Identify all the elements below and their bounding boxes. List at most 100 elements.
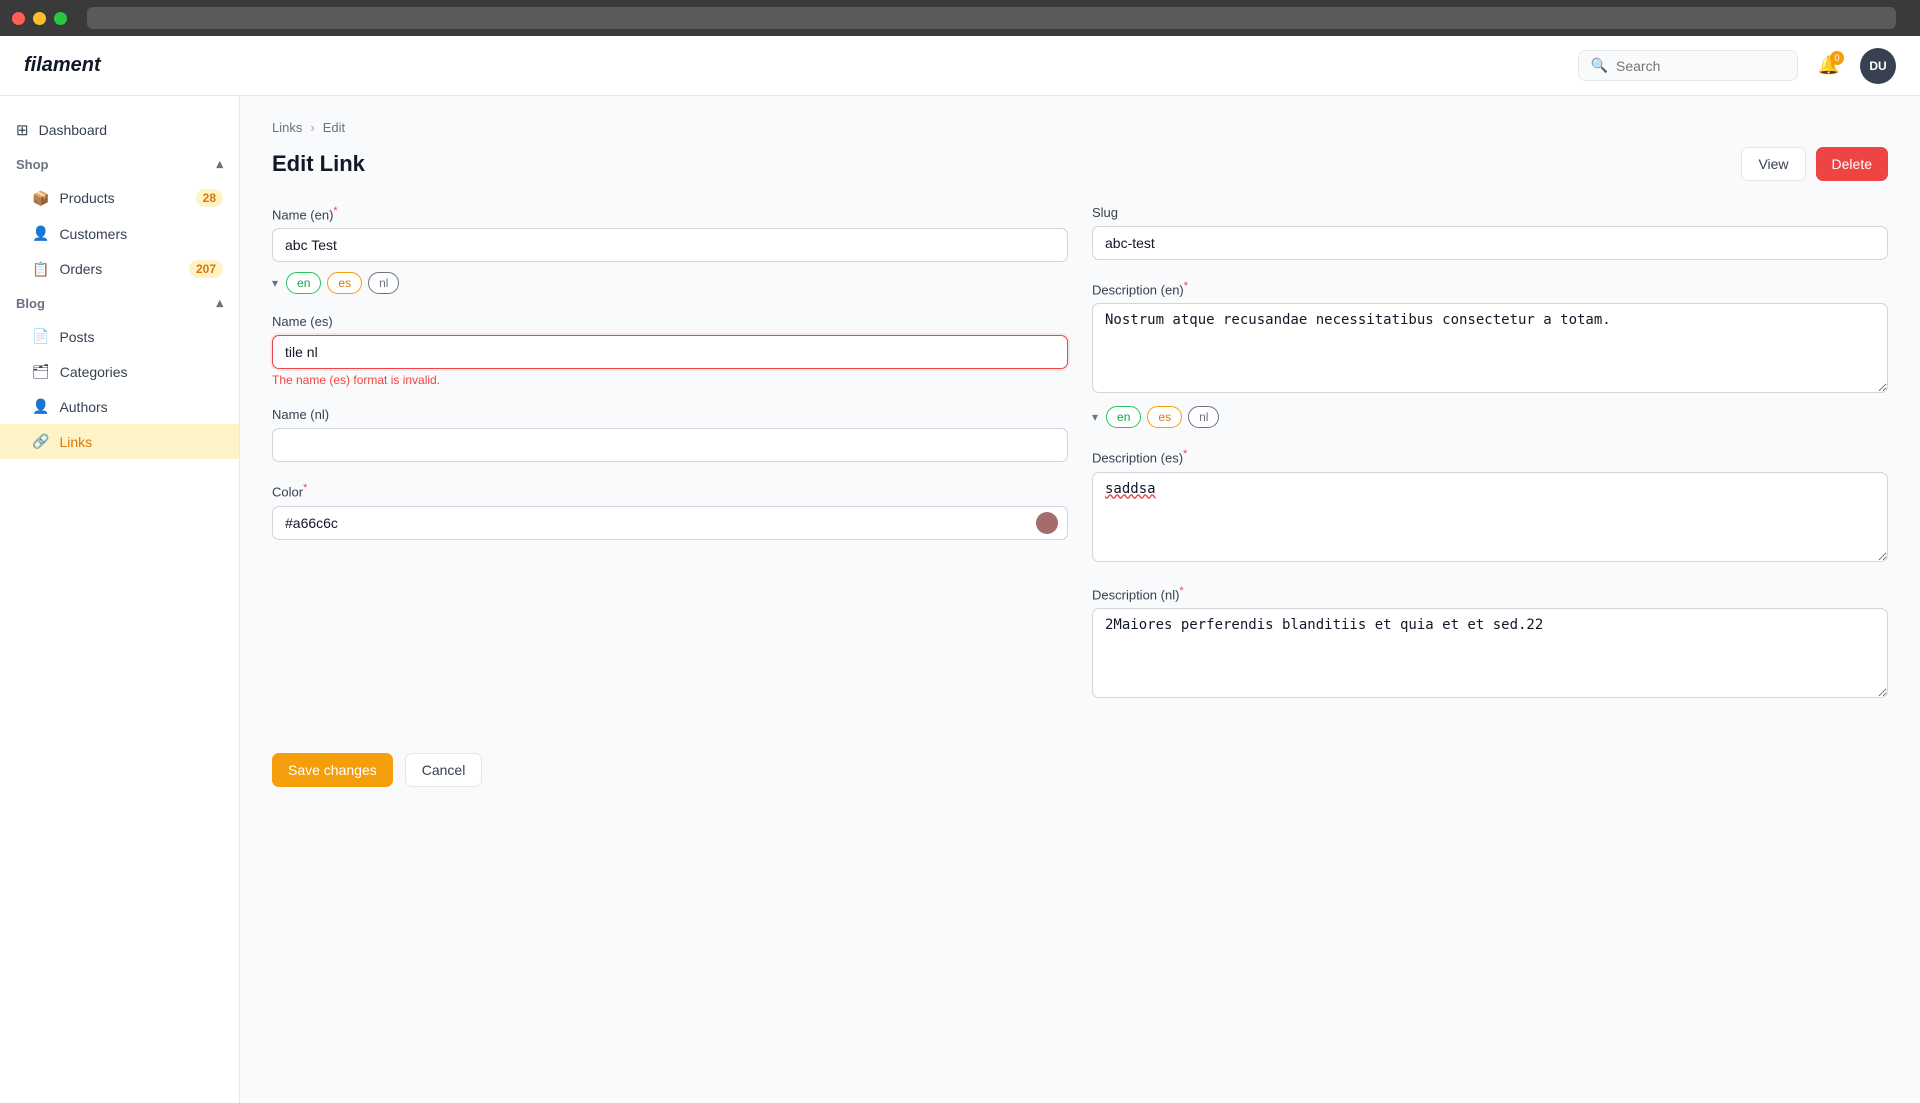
sidebar-orders-label: Orders <box>59 261 102 277</box>
sidebar-item-posts[interactable]: 📄 Posts <box>0 319 239 354</box>
name-es-error: The name (es) format is invalid. <box>272 373 1068 387</box>
color-label: Color* <box>272 482 1068 499</box>
view-button[interactable]: View <box>1741 147 1805 181</box>
address-bar <box>87 7 1896 29</box>
sidebar-links-label: Links <box>59 434 92 450</box>
desc-tab-nl[interactable]: nl <box>1188 406 1219 428</box>
search-box[interactable]: 🔍 <box>1578 50 1798 81</box>
main-content: Links › Edit Edit Link View Delete <box>240 96 1920 1103</box>
form-right-column: Slug Description (en)* Nostrum atque rec… <box>1092 205 1888 721</box>
sidebar-dashboard-label: Dashboard <box>39 122 108 138</box>
sidebar: ⊞ Dashboard Shop ▴ 📦 Products 28 👤 Custo… <box>0 96 240 1103</box>
traffic-light-yellow[interactable] <box>33 12 46 25</box>
traffic-light-green[interactable] <box>54 12 67 25</box>
sidebar-item-orders[interactable]: 📋 Orders 207 <box>0 251 239 287</box>
top-bar: filament 🔍 🔔 0 DU <box>0 36 1920 96</box>
sidebar-authors-label: Authors <box>59 399 107 415</box>
color-section: Color* <box>272 482 1068 539</box>
slug-section: Slug <box>1092 205 1888 260</box>
name-en-section: Name (en)* ▾ en es nl <box>272 205 1068 294</box>
sidebar-item-categories[interactable]: 🗂 Categories <box>0 354 239 389</box>
notification-badge: 0 <box>1830 51 1844 65</box>
breadcrumb-links[interactable]: Links <box>272 120 302 135</box>
products-badge: 28 <box>196 189 223 207</box>
sidebar-customers-label: Customers <box>59 226 127 242</box>
description-en-textarea[interactable]: Nostrum atque recusandae necessitatibus … <box>1092 303 1888 393</box>
breadcrumb: Links › Edit <box>272 120 1888 135</box>
blog-chevron-icon: ▴ <box>216 295 223 311</box>
page-header: Edit Link View Delete <box>272 147 1888 181</box>
shop-chevron-icon: ▴ <box>216 156 223 172</box>
sidebar-blog-label: Blog <box>16 296 45 311</box>
slug-label: Slug <box>1092 205 1888 220</box>
desc-lang-chevron[interactable]: ▾ <box>1092 410 1098 424</box>
sidebar-item-authors[interactable]: 👤 Authors <box>0 389 239 424</box>
sidebar-item-products[interactable]: 📦 Products 28 <box>0 180 239 216</box>
window-chrome <box>0 0 1920 36</box>
breadcrumb-separator: › <box>310 120 314 135</box>
cancel-button[interactable]: Cancel <box>405 753 483 787</box>
sidebar-item-dashboard[interactable]: ⊞ Dashboard <box>0 112 239 148</box>
description-es-label: Description (es)* <box>1092 448 1888 465</box>
categories-icon: 🗂 <box>32 363 50 380</box>
customers-icon: 👤 <box>32 225 49 242</box>
traffic-light-red[interactable] <box>12 12 25 25</box>
sidebar-item-customers[interactable]: 👤 Customers <box>0 216 239 251</box>
sidebar-posts-label: Posts <box>59 329 94 345</box>
color-input[interactable] <box>272 506 1068 540</box>
name-es-section: Name (es) The name (es) format is invali… <box>272 314 1068 387</box>
name-tab-en[interactable]: en <box>286 272 321 294</box>
sidebar-item-links[interactable]: 🔗 Links <box>0 424 239 459</box>
sidebar-shop-section[interactable]: Shop ▴ <box>0 148 239 180</box>
description-en-section: Description (en)* Nostrum atque recusand… <box>1092 280 1888 428</box>
description-es-textarea[interactable]: saddsa <box>1092 472 1888 562</box>
description-nl-section: Description (nl)* 2Maiores perferendis b… <box>1092 585 1888 701</box>
sidebar-shop-label: Shop <box>16 157 49 172</box>
avatar[interactable]: DU <box>1860 48 1896 84</box>
description-nl-textarea[interactable]: 2Maiores perferendis blanditiis et quia … <box>1092 608 1888 698</box>
desc-tab-es[interactable]: es <box>1147 406 1182 428</box>
color-swatch[interactable] <box>1036 512 1058 534</box>
page-title: Edit Link <box>272 151 365 177</box>
name-tab-es[interactable]: es <box>327 272 362 294</box>
posts-icon: 📄 <box>32 328 49 345</box>
name-en-input[interactable] <box>272 228 1068 262</box>
name-es-input[interactable] <box>272 335 1068 369</box>
name-lang-tabs: ▾ en es nl <box>272 272 1068 294</box>
form-left-column: Name (en)* ▾ en es nl <box>272 205 1068 721</box>
name-tab-nl[interactable]: nl <box>368 272 399 294</box>
name-nl-section: Name (nl) <box>272 407 1068 462</box>
desc-tab-en[interactable]: en <box>1106 406 1141 428</box>
name-nl-label: Name (nl) <box>272 407 1068 422</box>
top-bar-right: 🔍 🔔 0 DU <box>1578 48 1896 84</box>
authors-icon: 👤 <box>32 398 49 415</box>
sidebar-categories-label: Categories <box>60 364 128 380</box>
name-lang-chevron[interactable]: ▾ <box>272 276 278 290</box>
name-es-label: Name (es) <box>272 314 1068 329</box>
name-nl-input[interactable] <box>272 428 1068 462</box>
products-icon: 📦 <box>32 190 49 207</box>
form-actions: Save changes Cancel <box>272 753 1888 787</box>
orders-badge: 207 <box>189 260 223 278</box>
sidebar-products-label: Products <box>59 190 114 206</box>
slug-input[interactable] <box>1092 226 1888 260</box>
links-icon: 🔗 <box>32 433 49 450</box>
orders-icon: 📋 <box>32 261 49 278</box>
description-es-section: Description (es)* saddsa <box>1092 448 1888 564</box>
dashboard-icon: ⊞ <box>16 121 29 139</box>
desc-lang-tabs: ▾ en es nl <box>1092 406 1888 428</box>
delete-button[interactable]: Delete <box>1816 147 1888 181</box>
page-header-actions: View Delete <box>1741 147 1888 181</box>
sidebar-blog-section[interactable]: Blog ▴ <box>0 287 239 319</box>
app-logo: filament <box>24 54 101 77</box>
edit-link-form: Name (en)* ▾ en es nl <box>272 205 1888 787</box>
breadcrumb-edit: Edit <box>323 120 345 135</box>
notification-button[interactable]: 🔔 0 <box>1814 51 1844 80</box>
description-nl-label: Description (nl)* <box>1092 585 1888 602</box>
search-input[interactable] <box>1616 58 1785 74</box>
save-button[interactable]: Save changes <box>272 753 393 787</box>
color-input-wrapper <box>272 506 1068 540</box>
description-en-label: Description (en)* <box>1092 280 1888 297</box>
search-icon: 🔍 <box>1591 57 1608 74</box>
name-en-label: Name (en)* <box>272 205 1068 222</box>
